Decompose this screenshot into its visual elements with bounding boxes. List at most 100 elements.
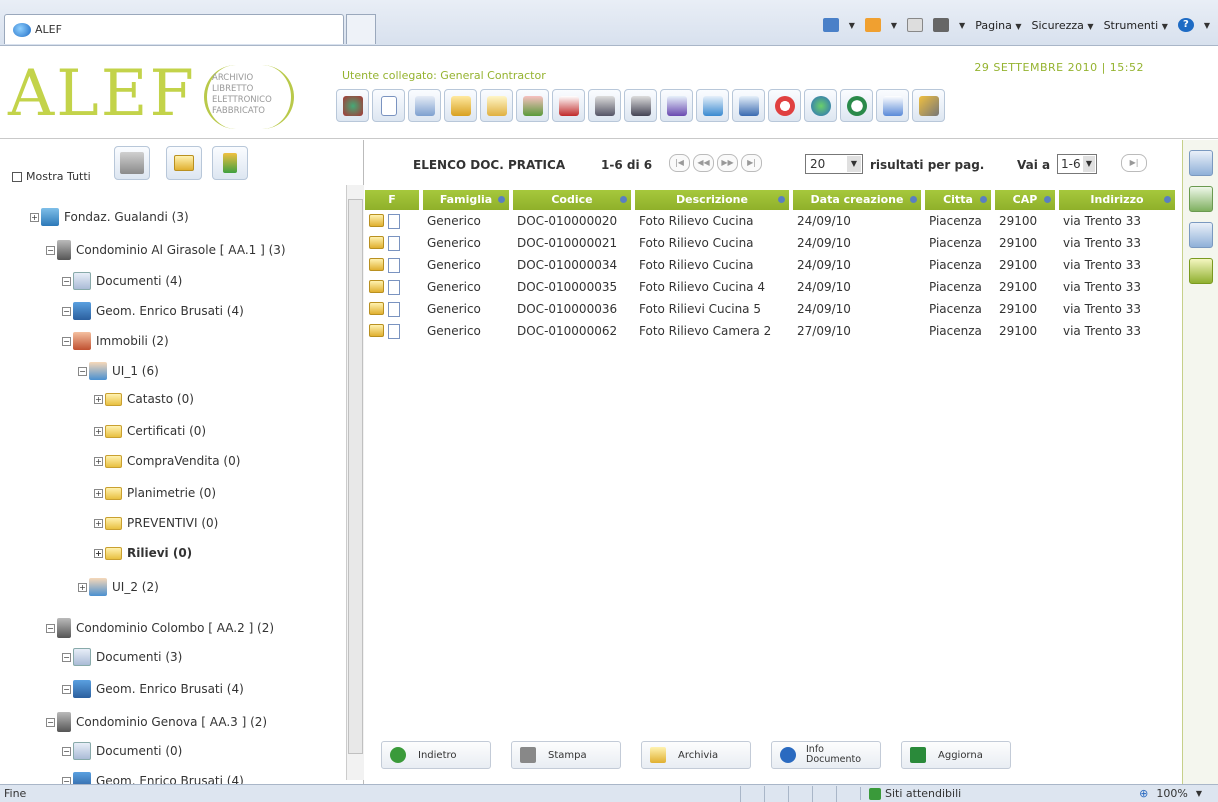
table-row[interactable]: Generico DOC-010000062 Foto Rilievo Camera… — [365, 320, 1180, 342]
document-search-button[interactable] — [732, 89, 765, 122]
menu-strumenti[interactable]: Strumenti ▼ — [1104, 19, 1168, 32]
sort-icon[interactable] — [1044, 196, 1051, 203]
tree-node[interactable]: + Catasto (0) — [94, 392, 194, 406]
chevron-down-icon[interactable]: ▼ — [891, 21, 897, 30]
column-header[interactable]: Codice — [513, 190, 635, 210]
security-zone[interactable]: Siti attendibili — [860, 787, 1040, 800]
open-folder-icon[interactable] — [369, 323, 384, 337]
collapse-icon[interactable]: − — [62, 276, 71, 286]
expand-icon[interactable]: + — [78, 582, 87, 592]
tree-node[interactable]: + Certificati (0) — [94, 424, 206, 438]
folder-button[interactable] — [166, 146, 202, 180]
help-icon[interactable]: ? — [1177, 18, 1194, 32]
expand-icon[interactable]: + — [94, 548, 103, 558]
excel-export-icon[interactable] — [1188, 186, 1213, 212]
home-icon[interactable] — [822, 18, 839, 32]
sort-icon[interactable] — [498, 196, 505, 203]
approve-button[interactable] — [588, 89, 621, 122]
tree-node[interactable]: − Condominio Al Girasole [ AA.1 ] (3) — [46, 240, 286, 260]
column-header[interactable]: Descrizione — [635, 190, 793, 210]
chevron-down-icon[interactable]: ▼ — [849, 21, 855, 30]
info-document-button[interactable]: Info Documento — [771, 741, 881, 769]
goto-select[interactable]: 1-6 ▼ — [1057, 154, 1097, 174]
collapse-icon[interactable]: − — [46, 245, 55, 255]
print-icon[interactable] — [933, 18, 950, 32]
table-row[interactable]: Generico DOC-010000036 Foto Rilievi Cucina… — [365, 298, 1180, 320]
tools-button[interactable] — [516, 89, 549, 122]
tree-scrollbar[interactable] — [346, 185, 364, 780]
report-search-button[interactable] — [696, 89, 729, 122]
column-header[interactable]: Citta — [925, 190, 995, 210]
upload-button[interactable] — [212, 146, 248, 180]
chevron-down-icon[interactable]: ▼ — [959, 21, 965, 30]
expand-icon[interactable]: + — [94, 394, 103, 404]
tree-node[interactable]: − Documenti (0) — [62, 742, 182, 760]
new-document-button[interactable] — [372, 89, 405, 122]
archive-doc-button[interactable]: Archivia — [641, 741, 751, 769]
back-button[interactable]: Indietro — [381, 741, 491, 769]
tree-node[interactable]: − Geom. Enrico Brusati (4) — [62, 680, 244, 698]
document-icon[interactable] — [388, 213, 400, 229]
column-header[interactable]: CAP — [995, 190, 1059, 210]
expand-icon[interactable]: + — [94, 426, 103, 436]
tree-node[interactable]: − Geom. Enrico Brusati (4) — [62, 302, 244, 320]
expand-icon[interactable]: + — [30, 212, 39, 222]
last-page-button[interactable]: ▶| — [741, 154, 762, 172]
table-row[interactable]: Generico DOC-010000035 Foto Rilievo Cucina… — [365, 276, 1180, 298]
sort-icon[interactable] — [620, 196, 627, 203]
archive-button[interactable] — [444, 89, 477, 122]
collapse-icon[interactable]: − — [62, 652, 71, 662]
collapse-icon[interactable]: − — [62, 746, 71, 756]
magic-wand-button[interactable] — [912, 89, 945, 122]
first-page-button[interactable]: |◀ — [669, 154, 690, 172]
sort-icon[interactable] — [1164, 196, 1171, 203]
spreadsheet-export-icon[interactable] — [1188, 258, 1213, 284]
tree-node[interactable]: + UI_2 (2) — [78, 578, 159, 596]
archive-search-button[interactable] — [624, 89, 657, 122]
collapse-icon[interactable]: − — [46, 623, 55, 633]
new-tab-button[interactable] — [346, 14, 376, 44]
tree-node[interactable]: + CompraVendita (0) — [94, 454, 240, 468]
document-icon[interactable] — [388, 323, 400, 339]
open-folder-icon[interactable] — [369, 235, 384, 249]
feed-icon[interactable] — [864, 18, 881, 32]
show-all-checkbox[interactable]: Mostra Tutti — [12, 170, 91, 183]
collapse-icon[interactable]: − — [62, 336, 71, 346]
open-folder-icon[interactable] — [369, 301, 384, 315]
open-folder-icon[interactable] — [369, 257, 384, 271]
menu-pagina[interactable]: Pagina ▼ — [975, 19, 1021, 32]
goto-button[interactable]: ▶| — [1121, 154, 1147, 172]
column-header[interactable]: Data creazione — [793, 190, 925, 210]
collapse-icon[interactable]: − — [62, 684, 71, 694]
collapse-icon[interactable]: − — [62, 306, 71, 316]
chevron-down-icon[interactable]: ▼ — [847, 156, 861, 172]
table-row[interactable]: Generico DOC-010000021 Foto Rilievo Cucina… — [365, 232, 1180, 254]
tree-node[interactable]: − Condominio Colombo [ AA.2 ] (2) — [46, 618, 274, 638]
column-header[interactable]: F — [365, 190, 423, 210]
scrollbar-thumb[interactable] — [348, 199, 363, 754]
expand-icon[interactable]: + — [94, 456, 103, 466]
word-export-icon[interactable] — [1188, 150, 1213, 176]
refresh-button[interactable]: Aggiorna — [901, 741, 1011, 769]
prev-page-button[interactable]: ◀◀ — [693, 154, 714, 172]
document-icon[interactable] — [388, 279, 400, 295]
print-button[interactable]: Stampa — [511, 741, 621, 769]
tree-node[interactable]: + PREVENTIVI (0) — [94, 516, 218, 530]
chevron-down-icon[interactable]: ▼ — [1204, 21, 1210, 30]
column-header[interactable]: Indirizzo — [1059, 190, 1179, 210]
tree-node[interactable]: + Rilievi (0) — [94, 546, 192, 560]
collapse-icon[interactable]: − — [46, 717, 55, 727]
document-list-button[interactable] — [408, 89, 441, 122]
menu-sicurezza[interactable]: Sicurezza ▼ — [1032, 19, 1094, 32]
per-page-select[interactable]: 20 ▼ — [805, 154, 863, 174]
tree-node[interactable]: + Planimetrie (0) — [94, 486, 216, 500]
expand-icon[interactable]: + — [94, 488, 103, 498]
mail-icon[interactable] — [907, 18, 924, 32]
tree-node[interactable]: − Documenti (3) — [62, 648, 182, 666]
sort-icon[interactable] — [980, 196, 987, 203]
tree-node[interactable]: − UI_1 (6) — [78, 362, 159, 380]
building-button[interactable] — [114, 146, 150, 180]
chevron-down-icon[interactable]: ▼ — [1083, 156, 1095, 172]
tree-node[interactable]: − Condominio Genova [ AA.3 ] (2) — [46, 712, 267, 732]
table-row[interactable]: Generico DOC-010000034 Foto Rilievo Cucina… — [365, 254, 1180, 276]
